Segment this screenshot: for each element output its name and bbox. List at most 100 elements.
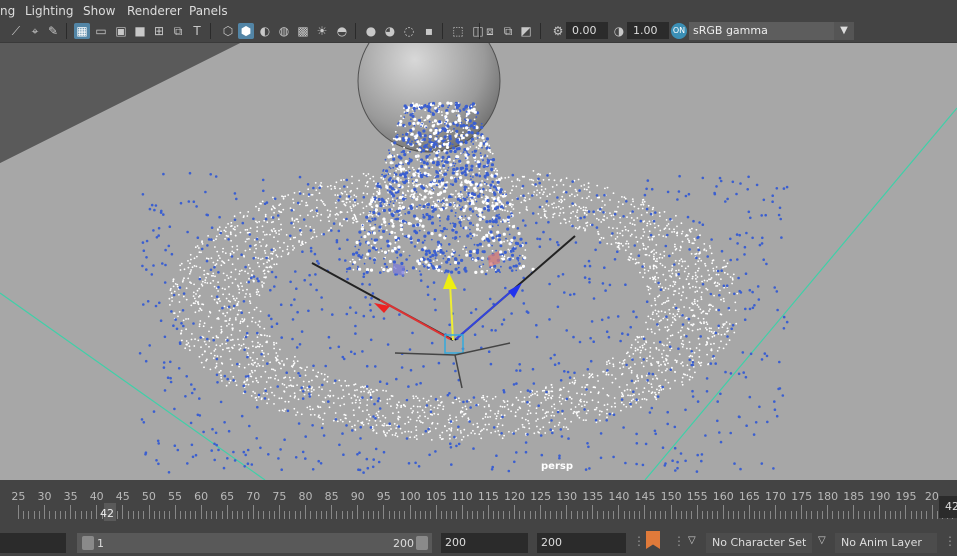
screen-space-ao-icon[interactable]: ● [363,23,379,39]
timeline-tick [378,511,380,519]
timeline-tick-label: 105 [425,490,447,503]
view-transform-value: sRGB gamma [693,24,768,37]
animation-end-field[interactable]: 200 [441,533,528,553]
menu-show[interactable]: Show [83,4,115,18]
timeline-tick-label: 60 [194,490,209,503]
timeline-tick [352,511,354,519]
vertical-handle-icon: ⋮ [633,534,645,548]
chevron-down-icon[interactable]: ▽ [688,535,696,546]
timeline-tick [566,505,568,519]
view-transform-select[interactable]: sRGB gamma ▼ [689,22,854,40]
timeline-tick [931,505,933,519]
playback-end-field[interactable]: 200 [537,533,626,553]
timeline-tick [874,511,876,519]
exposure-field[interactable]: 0.00 [566,22,608,39]
gamma-field[interactable]: 1.00 [627,22,669,39]
xray-components-icon[interactable]: ⧉ [500,23,516,39]
current-frame-field[interactable]: 42 [939,496,957,518]
timeline-tick [790,511,792,519]
timeline-tick [28,511,30,519]
wireframe-on-shaded-icon[interactable]: ◐ [257,23,273,39]
timeline-tick [96,505,98,519]
timeline-tick [258,511,260,519]
isolate-select-icon[interactable]: ⬚ [450,23,466,39]
bookmark-icon[interactable]: ✎ [45,23,61,39]
motion-blur-icon[interactable]: ◕ [382,23,398,39]
timeline-tick [503,511,505,519]
time-slider[interactable]: 25 30 35 40 45 50 55 60 65 70 75 80 85 90 95 100 105 110 1… [0,481,957,524]
timeline-tick-label: 155 [686,490,708,503]
chevron-down-icon[interactable]: ▼ [834,22,854,40]
timeline-tick [748,505,750,519]
anim-layer-dropdown[interactable]: No Anim Layer [835,533,937,553]
lights-icon[interactable]: ☀ [314,23,330,39]
smooth-shade-icon[interactable]: ⬢ [238,23,254,39]
film-gate-icon[interactable]: ▭ [93,23,109,39]
timeline-tick [701,511,703,519]
menu-lighting[interactable]: Lighting [25,4,74,18]
timeline-tick [247,511,249,519]
range-slider[interactable]: 1 200 [77,533,432,553]
timeline-tick [263,511,265,519]
timeline-tick [127,511,129,519]
field-chart-icon[interactable]: ⊞ [151,23,167,39]
chevron-down-icon[interactable]: ▽ [818,535,826,546]
timeline-tick [759,511,761,519]
timeline-tick [675,511,677,519]
menu-shading[interactable]: ng [0,4,15,18]
safe-title-icon[interactable]: T [189,23,205,39]
timeline-tick [586,511,588,519]
timeline-tick [560,511,562,519]
timeline-tick-label: 180 [817,490,839,503]
range-start-handle[interactable] [82,536,94,550]
exposure-icon[interactable]: ⚙ [550,23,566,39]
range-end-handle[interactable] [416,536,428,550]
default-material-icon[interactable]: ◍ [276,23,292,39]
timeline-tick [414,511,416,519]
timeline-tick [592,505,594,519]
select-camera-icon[interactable]: ⟋ [8,23,24,39]
timeline-tick-label: 30 [37,490,52,503]
timeline-tick-label: 195 [895,490,917,503]
timeline-tick [602,511,604,519]
two-sided-lighting-icon[interactable]: ◩ [518,23,534,39]
start-time-field[interactable] [0,533,66,553]
timeline-tick [774,505,776,519]
color-management-icon[interactable]: ON [671,23,687,39]
timeline-tick [884,511,886,519]
grid-icon[interactable]: ▦ [74,23,90,39]
textured-icon[interactable]: ▩ [295,23,311,39]
timeline-tick-label: 150 [660,490,682,503]
timeline-tick [837,511,839,519]
timeline-tick-label: 35 [63,490,78,503]
gamma-icon[interactable]: ◑ [611,23,627,39]
menu-panels[interactable]: Panels [189,4,228,18]
safe-action-icon[interactable]: ⧉ [170,23,186,39]
timeline-tick-label: 170 [765,490,786,503]
timeline-tick [200,505,202,519]
character-set-dropdown[interactable]: No Character Set [706,533,812,553]
anti-aliasing-icon[interactable]: ◌ [401,23,417,39]
range-end-label: 200 [393,537,414,550]
timeline-tick [435,505,437,519]
timeline-tick-label: 45 [115,490,130,503]
shadows-icon[interactable]: ◓ [334,23,350,39]
timeline-tick-label: 80 [298,490,313,503]
timeline-tick [242,511,244,519]
timeline-tick [722,505,724,519]
timeline-tick [769,511,771,519]
resolution-gate-icon[interactable]: ▣ [113,23,129,39]
perspective-viewport[interactable]: persp [0,43,957,480]
timeline-tick [383,505,385,519]
timeline-tick [44,505,46,519]
lock-camera-icon[interactable]: ⌖ [27,23,43,39]
timeline-tick [237,511,239,519]
menu-renderer[interactable]: Renderer [127,4,182,18]
bookmark-flag-icon[interactable] [646,531,660,549]
timeline-tick [477,511,479,519]
wireframe-icon[interactable]: ⬡ [220,23,236,39]
timeline-tick [660,511,662,519]
gate-mask-icon[interactable]: ■ [132,23,148,39]
depth-of-field-icon[interactable]: ▪ [421,23,437,39]
xray-joints-icon[interactable]: ⧈ [482,23,498,39]
